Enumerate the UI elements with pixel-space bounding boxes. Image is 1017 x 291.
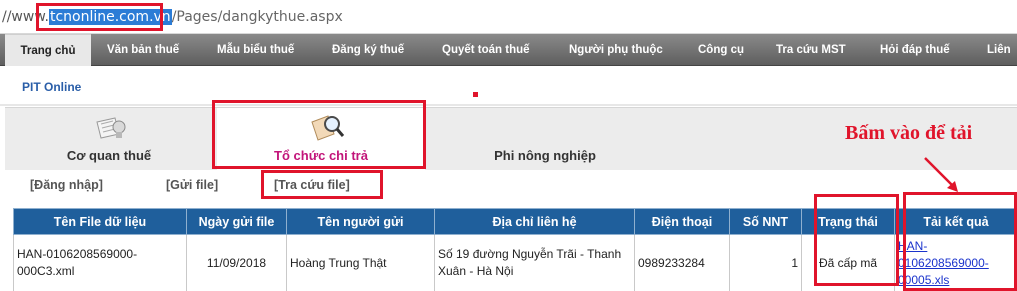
- nav-item-tax-faq[interactable]: Hỏi đáp thuế: [880, 34, 950, 66]
- download-highlight-box: [903, 192, 1017, 291]
- header-file-name: Tên File dữ liệu: [13, 208, 187, 235]
- tab-label: Phi nông nghiệp: [494, 148, 596, 163]
- cursor-marker: [473, 92, 478, 97]
- nav-item-dependents[interactable]: Người phụ thuộc: [569, 34, 663, 66]
- url-path: /Pages/dangkythue.aspx: [171, 9, 343, 25]
- cell-nnt-count: 1: [729, 234, 802, 291]
- header-nnt-count: Số NNT: [729, 208, 802, 235]
- tab-highlight-box: [212, 100, 426, 169]
- annotation-text: Bấm vào để tải: [845, 122, 973, 144]
- header-send-date: Ngày gửi file: [186, 208, 287, 235]
- tab-tax-office[interactable]: Cơ quan thuế: [5, 108, 213, 171]
- tab-non-agricultural[interactable]: Phi nông nghiệp: [445, 108, 645, 171]
- cell-address: Số 19 đường Nguyễn Trãi - Thanh Xuân - H…: [434, 234, 635, 291]
- nav-item-tools[interactable]: Công cụ: [698, 34, 744, 66]
- nav-item-mst-lookup[interactable]: Tra cứu MST: [776, 34, 846, 66]
- cell-send-date: 11/09/2018: [186, 234, 287, 291]
- url-highlight-box: [36, 3, 163, 31]
- top-navigation: Trang chủ Văn bản thuế Mẫu biểu thuế Đăn…: [0, 34, 1017, 66]
- tax-office-icon: [96, 117, 126, 139]
- header-address: Địa chỉ liên hệ: [434, 208, 635, 235]
- nav-item-tax-forms[interactable]: Mẫu biểu thuế: [217, 34, 294, 66]
- cell-sender-name: Hoàng Trung Thật: [286, 234, 435, 291]
- cell-file-name: HAN-0106208569000-000C3.xml: [13, 234, 187, 291]
- lookup-highlight-box: [261, 170, 383, 199]
- status-highlight-box: [814, 194, 899, 286]
- cell-phone: 0989233284: [634, 234, 730, 291]
- nav-item-tax-finalization[interactable]: Quyết toán thuế: [442, 34, 530, 66]
- section-title[interactable]: PIT Online: [22, 80, 81, 94]
- nav-item-legal-docs[interactable]: Văn bản thuế: [107, 34, 179, 66]
- section-header: PIT Online: [0, 66, 1017, 106]
- nav-item-home[interactable]: Trang chủ: [5, 34, 91, 66]
- nav-item-tax-registration[interactable]: Đăng ký thuế: [332, 34, 404, 66]
- header-sender-name: Tên người gửi: [286, 208, 435, 235]
- tab-label: Cơ quan thuế: [66, 148, 152, 163]
- nav-item-contact[interactable]: Liên: [987, 34, 1011, 66]
- login-link[interactable]: [Đăng nhập]: [30, 178, 103, 192]
- header-phone: Điện thoại: [634, 208, 730, 235]
- send-file-link[interactable]: [Gửi file]: [166, 178, 218, 192]
